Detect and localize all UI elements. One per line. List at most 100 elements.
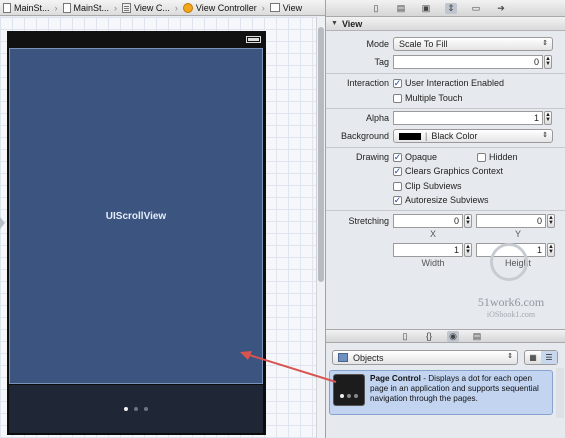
stretching-label: Stretching bbox=[348, 216, 389, 226]
attributes-inspector-icon[interactable]: ⇕ bbox=[445, 2, 457, 14]
background-row: Background | Black Color ⇕ bbox=[326, 129, 565, 143]
size-inspector-icon[interactable]: ▭ bbox=[470, 3, 482, 14]
page-dot bbox=[124, 407, 128, 411]
clip-subviews-checkbox[interactable]: Clip Subviews bbox=[393, 181, 462, 191]
alpha-label: Alpha bbox=[365, 113, 389, 123]
checkmark-icon: ✓ bbox=[393, 77, 402, 88]
document-icon bbox=[3, 2, 11, 13]
stretch-x-field[interactable]: 0 bbox=[393, 214, 463, 228]
stretch-x-stepper[interactable]: ▲ ▼ bbox=[464, 214, 472, 228]
mode-value: Scale To Fill bbox=[399, 39, 448, 49]
breadcrumb: MainSt... › MainSt... › View C... › View… bbox=[0, 0, 325, 16]
library-item-page-control[interactable]: Page Control - Displays a dot for each o… bbox=[329, 370, 553, 415]
breadcrumb-item-view-controller[interactable]: View Controller › bbox=[180, 2, 267, 13]
stretch-width-field[interactable]: 1 bbox=[393, 243, 463, 257]
alpha-stepper[interactable]: ▲ ▼ bbox=[544, 111, 552, 125]
alpha-field[interactable]: 1 bbox=[393, 111, 543, 125]
file-inspector-icon[interactable]: ▯ bbox=[370, 3, 382, 14]
section-title: View bbox=[341, 18, 363, 29]
clears-row: ✓ Clears Graphics Context bbox=[326, 164, 565, 178]
divider bbox=[326, 73, 565, 74]
object-library-icon[interactable]: ◉ bbox=[447, 330, 459, 342]
breadcrumb-label: View bbox=[282, 2, 303, 13]
interaction-label: Interaction bbox=[346, 78, 389, 88]
stretch-width-stepper[interactable]: ▲ ▼ bbox=[464, 243, 472, 257]
clears-graphics-checkbox[interactable]: ✓ Clears Graphics Context bbox=[393, 166, 503, 176]
chevron-right-icon: › bbox=[54, 2, 58, 13]
checkmark-icon: ✓ bbox=[393, 165, 402, 176]
autoresize-subviews-checkbox[interactable]: ✓ Autoresize Subviews bbox=[393, 195, 489, 205]
y-caption: Y bbox=[514, 229, 521, 239]
tag-label: Tag bbox=[374, 57, 389, 67]
multiple-touch-checkbox[interactable]: Multiple Touch bbox=[393, 93, 462, 103]
objects-icon bbox=[338, 353, 348, 362]
view-section-header[interactable]: ▼ View bbox=[326, 17, 565, 31]
library-toolbar: ▯ {} ◉ ▤ bbox=[326, 329, 565, 343]
stretch-y-stepper[interactable]: ▲ ▼ bbox=[547, 214, 555, 228]
battery-icon bbox=[246, 36, 261, 43]
breadcrumb-label: View C... bbox=[134, 2, 170, 13]
library-view-toggle[interactable]: ▦ ☰ bbox=[524, 350, 558, 365]
unchecked-box-icon bbox=[393, 181, 402, 191]
divider bbox=[326, 210, 565, 211]
storyboard-canvas[interactable]: UIScrollView bbox=[0, 17, 317, 438]
stretch-height-stepper[interactable]: ▲ ▼ bbox=[547, 243, 555, 257]
page-dot bbox=[134, 407, 138, 411]
divider bbox=[326, 147, 565, 148]
attributes-inspector: ▯ ▤ ▣ ⇕ ▭ ➔ ▼ View Mode Scale To Fill ⇕ … bbox=[325, 0, 565, 438]
background-label: Background bbox=[340, 131, 389, 141]
breadcrumb-item-view[interactable]: View bbox=[267, 3, 304, 13]
storyboard-scene-icon bbox=[122, 2, 132, 13]
up-down-arrows-icon: ⇕ bbox=[542, 40, 548, 47]
unchecked-box-icon bbox=[393, 93, 402, 103]
hidden-label: Hidden bbox=[489, 152, 518, 162]
breadcrumb-label: MainSt... bbox=[14, 2, 50, 13]
scroll-view[interactable]: UIScrollView bbox=[9, 48, 263, 384]
alpha-row: Alpha 1 ▲ ▼ bbox=[326, 111, 565, 125]
user-interaction-checkbox[interactable]: ✓ User Interaction Enabled bbox=[393, 78, 504, 88]
clip-row: Clip Subviews bbox=[326, 179, 565, 193]
stretch-xy-row: Stretching 0 ▲ ▼ 0 ▲ ▼ bbox=[326, 214, 565, 228]
mode-label: Mode bbox=[366, 39, 389, 49]
stretch-y-value: 0 bbox=[536, 216, 542, 226]
background-popup[interactable]: | Black Color ⇕ bbox=[393, 129, 553, 143]
library-filter-value: Objects bbox=[353, 352, 384, 363]
breadcrumb-item-mainstoryboard-2[interactable]: MainSt... › bbox=[60, 2, 120, 13]
autoresize-label: Autoresize Subviews bbox=[405, 195, 489, 205]
multiple-touch-row: Multiple Touch bbox=[326, 91, 565, 105]
tag-field[interactable]: 0 bbox=[393, 55, 543, 69]
page-control[interactable] bbox=[9, 385, 263, 433]
connections-inspector-icon[interactable]: ➔ bbox=[495, 3, 507, 14]
library-filter-popup[interactable]: Objects ⇕ bbox=[332, 350, 518, 365]
hidden-checkbox[interactable]: Hidden bbox=[477, 152, 518, 162]
library-scrollbar[interactable] bbox=[556, 368, 564, 418]
scroll-view-label: UIScrollView bbox=[105, 210, 167, 222]
breadcrumb-item-mainstoryboard-1[interactable]: MainSt... › bbox=[0, 2, 60, 13]
code-snippet-icon[interactable]: {} bbox=[423, 331, 435, 342]
identity-inspector-icon[interactable]: ▣ bbox=[420, 3, 432, 14]
width-caption: Width bbox=[421, 258, 445, 268]
list-view-icon[interactable]: ☰ bbox=[541, 351, 557, 364]
tag-stepper[interactable]: ▲ ▼ bbox=[544, 55, 552, 69]
file-template-icon[interactable]: ▯ bbox=[399, 331, 411, 342]
watermark-sub: iOSbook1.com bbox=[486, 310, 536, 319]
alpha-value: 1 bbox=[533, 113, 539, 123]
breadcrumb-item-scene[interactable]: View C... › bbox=[119, 2, 180, 13]
tag-row: Tag 0 ▲ ▼ bbox=[326, 55, 565, 69]
canvas-scrollbar[interactable] bbox=[316, 17, 325, 438]
iphone-scene[interactable]: UIScrollView bbox=[7, 31, 266, 435]
breadcrumb-label: View Controller bbox=[195, 2, 257, 13]
up-down-arrows-icon: ⇕ bbox=[542, 132, 548, 139]
stretch-y-field[interactable]: 0 bbox=[476, 214, 546, 228]
media-library-icon[interactable]: ▤ bbox=[471, 331, 483, 342]
quick-help-icon[interactable]: ▤ bbox=[395, 3, 407, 14]
clip-label: Clip Subviews bbox=[405, 181, 462, 191]
divider bbox=[326, 108, 565, 109]
grid-view-icon[interactable]: ▦ bbox=[525, 351, 541, 364]
autoresize-row: ✓ Autoresize Subviews bbox=[326, 193, 565, 207]
mode-popup[interactable]: Scale To Fill ⇕ bbox=[393, 37, 553, 51]
user-interaction-label: User Interaction Enabled bbox=[405, 78, 505, 88]
opaque-checkbox[interactable]: ✓ Opaque bbox=[393, 152, 477, 162]
scrollbar-thumb[interactable] bbox=[318, 27, 324, 282]
disclosure-triangle-icon[interactable]: ▼ bbox=[331, 20, 338, 27]
